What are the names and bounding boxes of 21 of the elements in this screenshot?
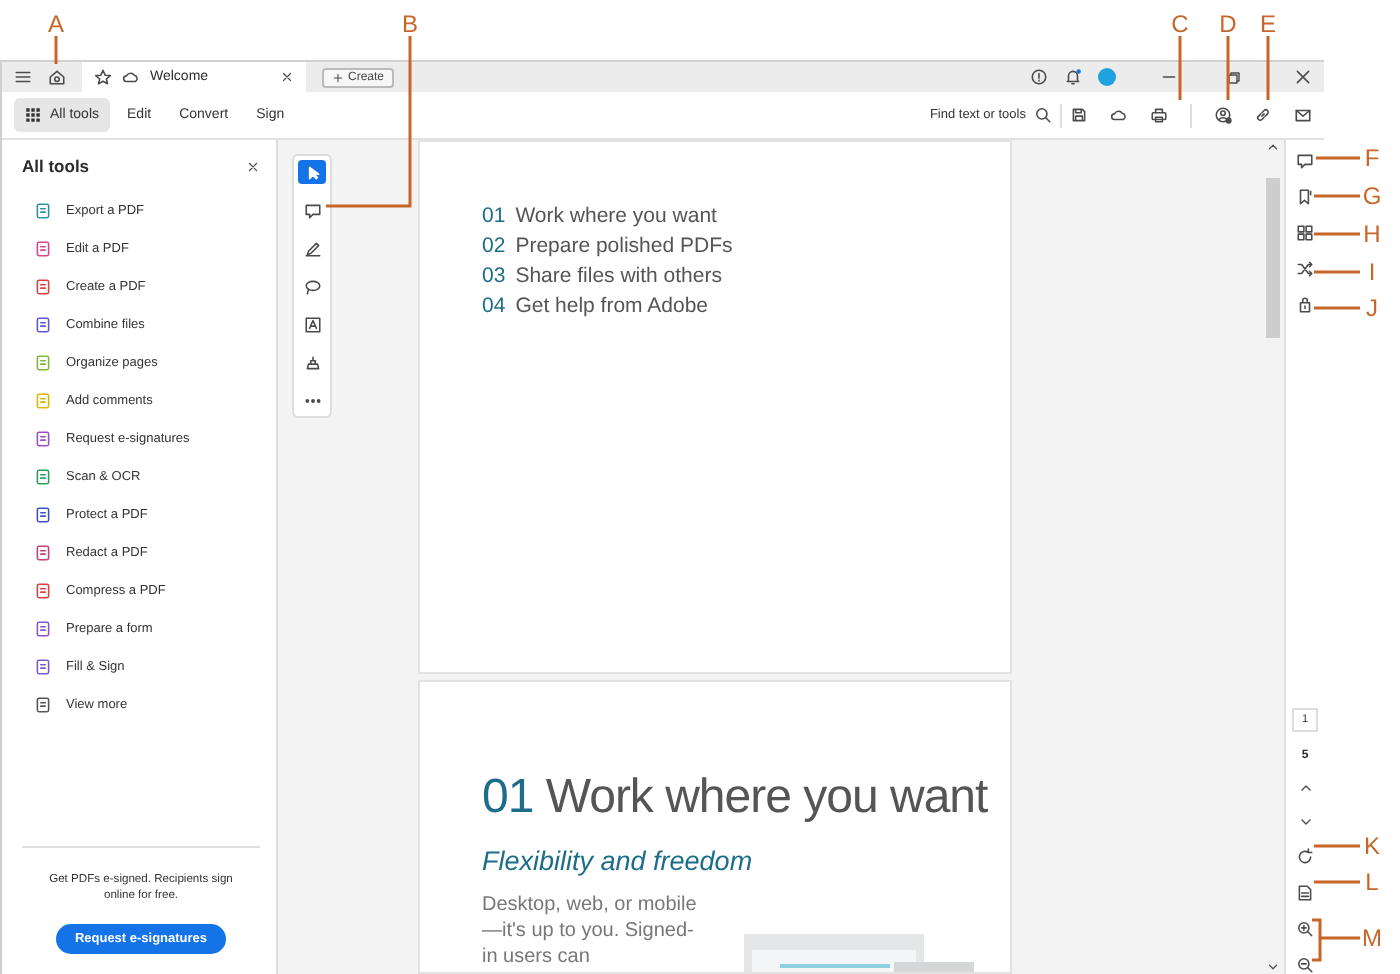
callout-letter: J [1366,294,1378,322]
section-heading: 01 Work where you want [482,770,990,826]
section-body: Desktop, web, or mobile—it's up to you. Signed-in users can [482,892,699,970]
callout-letter: M [1362,924,1382,952]
section-subtitle: Flexibility and freedom [482,846,755,876]
callout-letter: D [1219,10,1237,38]
callout-letter: B [402,10,418,38]
contents-entry[interactable]: 03 Share files with others [482,262,1010,292]
callout-letter: E [1260,10,1276,38]
contents-entry[interactable]: 04 Get help from Adobe [482,292,1010,322]
callout-letter: H [1363,220,1381,248]
callout-letter: A [48,10,64,38]
contents-entry[interactable]: 01 Work where you want [482,202,1010,232]
contents-entry[interactable]: 02 Prepare polished PDFs [482,232,1010,262]
callout-letter: I [1368,258,1376,286]
callout-letter: F [1364,144,1380,172]
callout-letter: G [1362,182,1382,210]
callout-letter: L [1365,868,1379,896]
panel-title: All tools [22,156,90,176]
callout-letter: K [1364,832,1380,860]
callout-letter: C [1171,10,1189,38]
